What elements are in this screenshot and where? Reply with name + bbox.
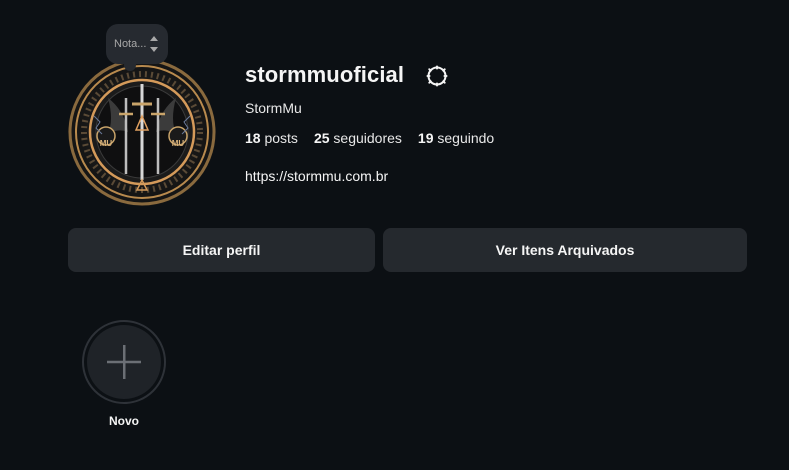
new-highlight-label: Novo	[109, 414, 139, 428]
stat-posts: 18 posts	[245, 130, 298, 146]
archived-items-button[interactable]: Ver Itens Arquivados	[383, 228, 747, 272]
new-highlight-button[interactable]: Novo	[82, 320, 168, 428]
highlight-ring	[82, 320, 166, 404]
edit-profile-button[interactable]: Editar perfil	[68, 228, 375, 272]
stat-following[interactable]: 19 seguindo	[418, 130, 494, 146]
avatar-emblem-image: MU MU	[68, 58, 216, 206]
posts-label: posts	[264, 130, 298, 146]
stepper-arrows-icon	[150, 36, 158, 52]
note-bubble[interactable]: Nota...	[106, 24, 168, 71]
profile-page: MU MU Nota... stormmuoficial StormMu 18 …	[0, 0, 789, 470]
gear-icon[interactable]	[425, 64, 449, 88]
stat-followers[interactable]: 25 seguidores	[314, 130, 402, 146]
profile-display-name: StormMu	[245, 100, 302, 116]
followers-label: seguidores	[333, 130, 402, 146]
highlight-inner	[87, 325, 161, 399]
following-count: 19	[417, 130, 434, 146]
note-placeholder: Nota...	[114, 38, 147, 50]
avatar-label-left: MU	[100, 139, 113, 148]
profile-avatar[interactable]: MU MU	[68, 58, 216, 206]
posts-count: 18	[245, 130, 261, 146]
profile-stats: 18 posts 25 seguidores 19 seguindo	[245, 130, 494, 146]
profile-username: stormmuoficial	[245, 62, 405, 87]
profile-website-link[interactable]: https://stormmu.com.br	[245, 168, 388, 184]
following-label: seguindo	[437, 130, 495, 146]
followers-count: 25	[313, 130, 330, 146]
plus-icon	[107, 345, 141, 379]
avatar-label-right: MU	[172, 139, 185, 148]
